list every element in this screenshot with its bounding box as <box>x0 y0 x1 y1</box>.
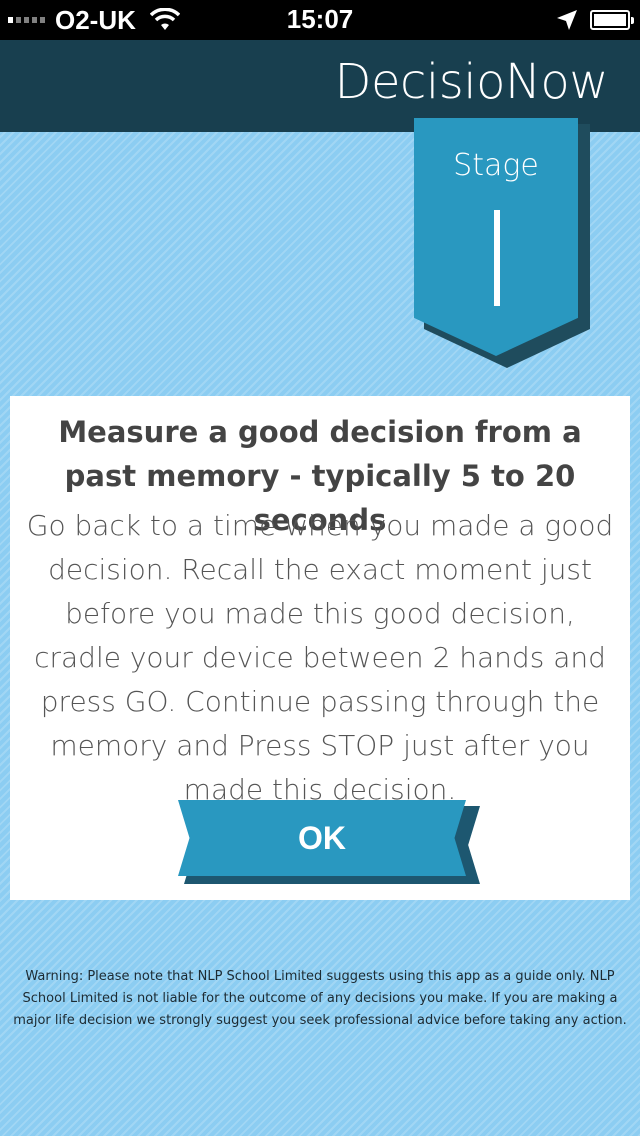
battery-icon <box>590 10 634 30</box>
status-time: 15:07 <box>286 4 354 34</box>
disclaimer-text: Warning: Please note that NLP School Lim… <box>13 969 627 1028</box>
battery-level <box>594 14 626 26</box>
stage-banner: Stage 1 <box>414 118 578 356</box>
stage-label: Stage <box>453 148 539 183</box>
instruction-card: Measure a good decision from a past memo… <box>10 396 630 900</box>
instruction-body: Go back to a time when you made a good d… <box>26 509 614 806</box>
stage-number: 1 <box>494 210 500 306</box>
location-arrow-icon <box>557 10 577 30</box>
ok-button[interactable]: OK <box>178 800 466 876</box>
status-bar: O2-UK 15:07 <box>0 0 640 40</box>
status-right <box>556 6 634 34</box>
app-title: DecisioNow <box>334 54 609 110</box>
